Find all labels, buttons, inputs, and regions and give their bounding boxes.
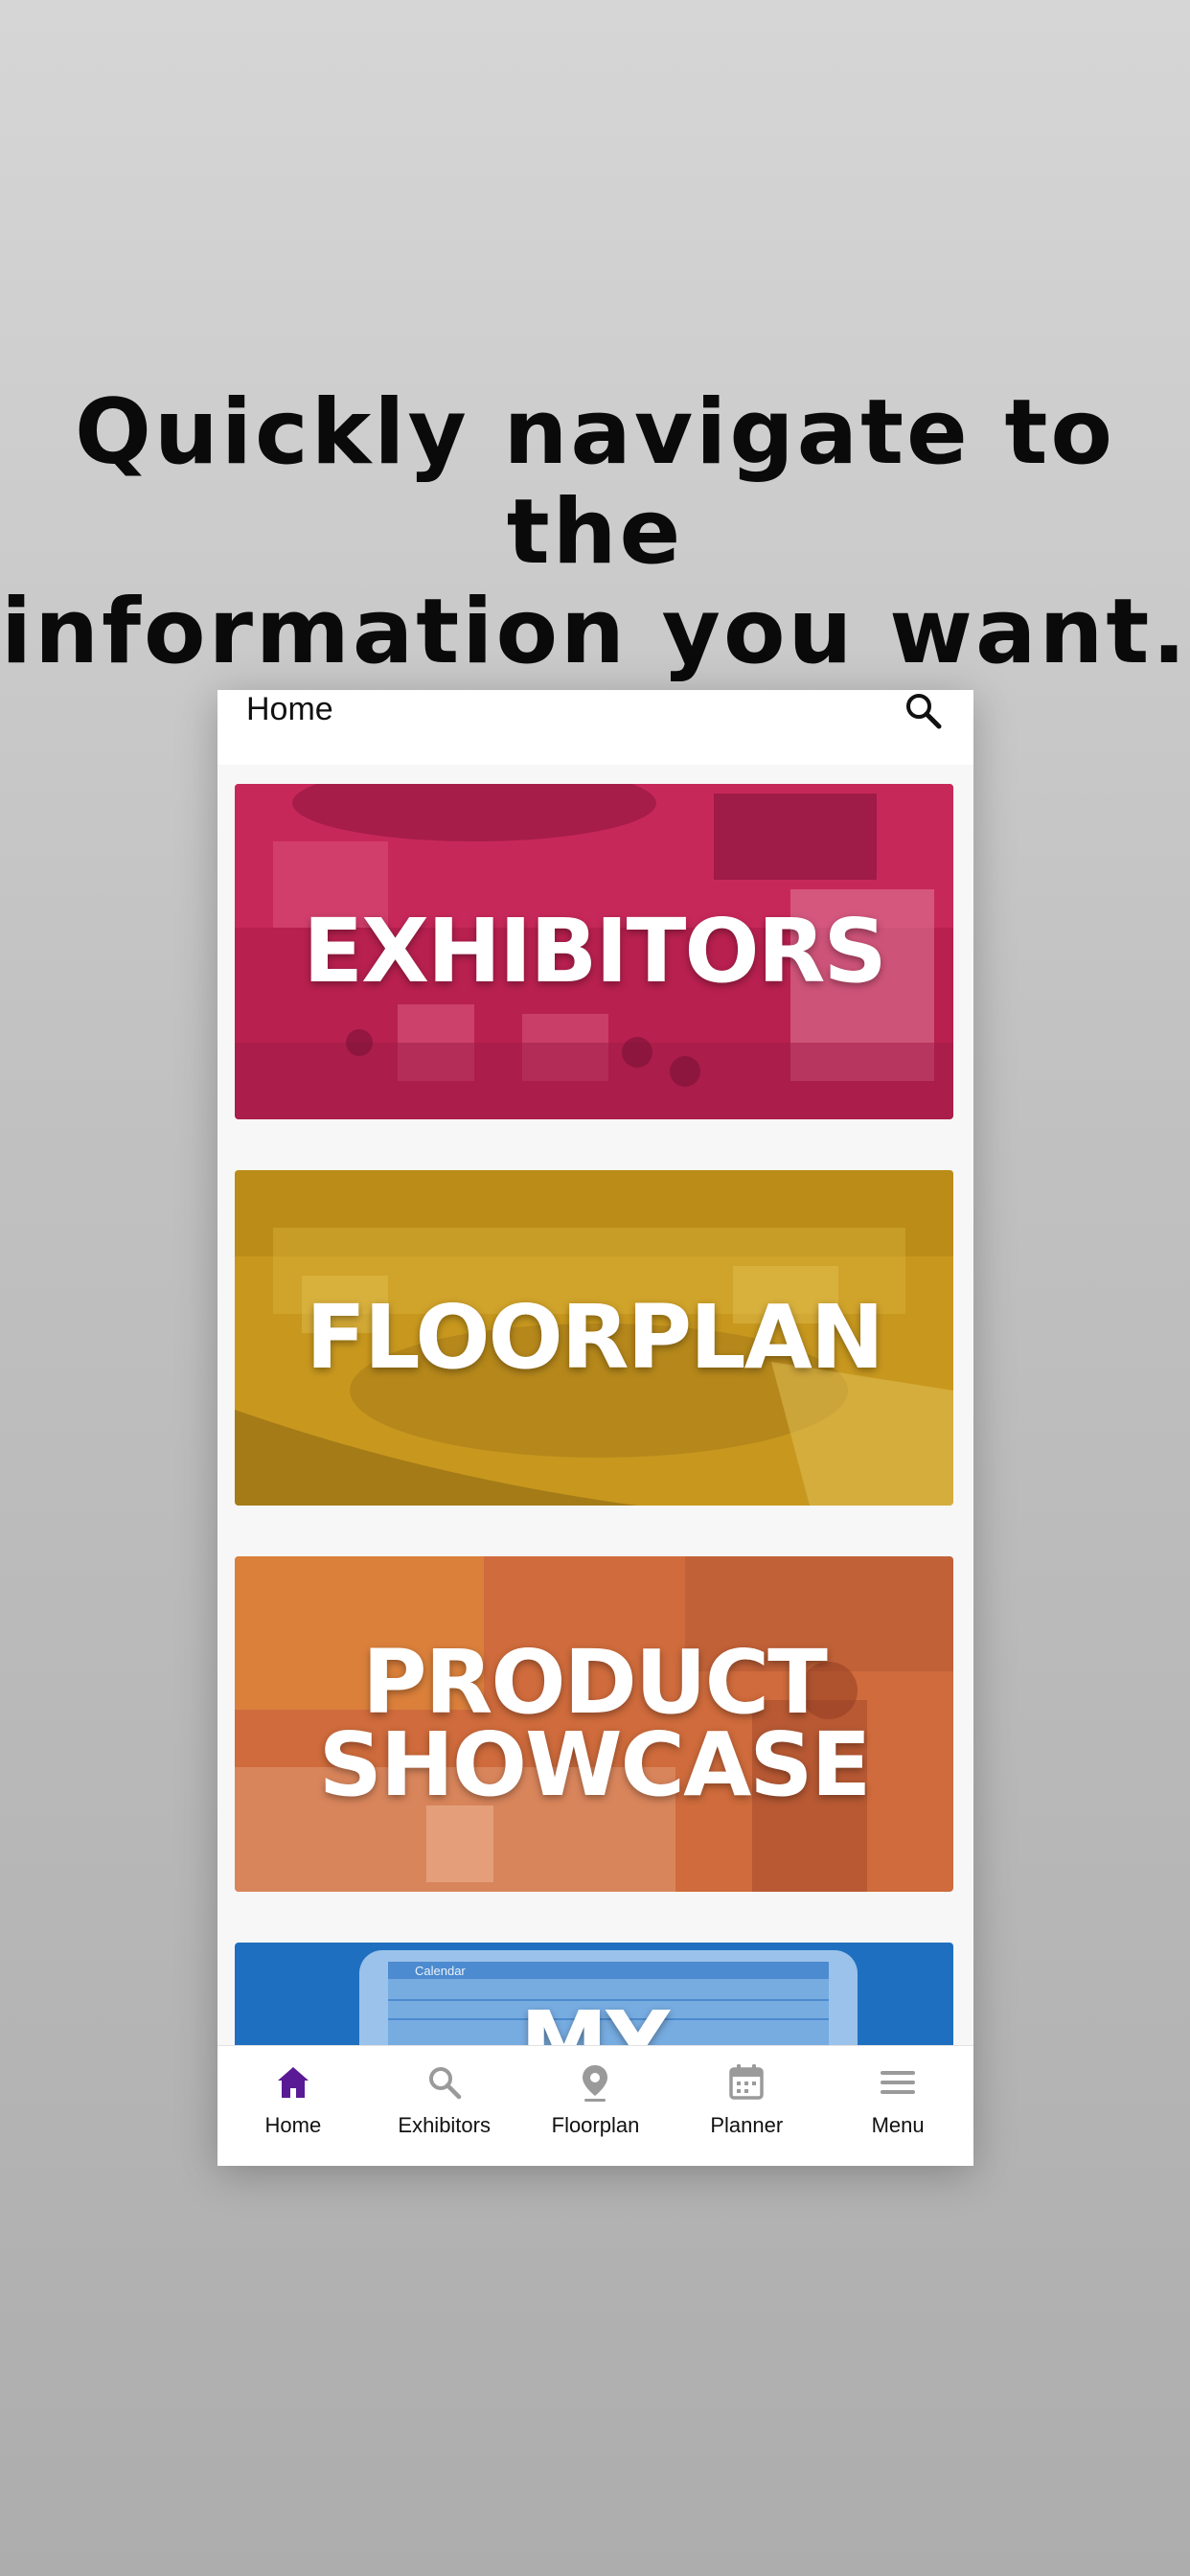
search-icon[interactable]	[903, 690, 945, 732]
product-showcase-tile-label: PRODUCT SHOWCASE	[318, 1631, 872, 1816]
exhibitors-tile-label: EXHIBITORS	[303, 900, 886, 1002]
search-icon	[428, 2067, 461, 2100]
tab-home[interactable]: Home	[217, 2046, 369, 2166]
tab-planner-label: Planner	[710, 2113, 784, 2137]
tab-floorplan-label: Floorplan	[551, 2113, 640, 2137]
headline: Quickly navigate to the information you …	[0, 383, 1190, 682]
tab-exhibitors[interactable]: Exhibitors	[369, 2046, 520, 2166]
calendar-icon	[729, 2064, 765, 2100]
tab-floorplan[interactable]: Floorplan	[520, 2046, 672, 2166]
floorplan-tile-label: FLOORPLAN	[306, 1286, 884, 1389]
exhibitors-tile[interactable]: EXHIBITORS	[235, 784, 953, 1119]
product-showcase-tile[interactable]: PRODUCT SHOWCASE	[235, 1556, 953, 1892]
headline-line-1: Quickly navigate to the	[75, 380, 1115, 585]
map-pin-icon	[583, 2065, 608, 2102]
headline-line-2: information you want.	[0, 580, 1190, 684]
tab-home-label: Home	[264, 2113, 322, 2137]
svg-text:Calendar: Calendar	[415, 1964, 466, 1978]
tab-menu-label: Menu	[871, 2113, 925, 2137]
menu-icon	[881, 2071, 916, 2094]
phone-screen: Home EXHIBITORS FLOORPLAN PRODUCT SHOWCA…	[217, 690, 973, 2166]
app-header: Home	[217, 690, 973, 765]
tab-exhibitors-label: Exhibitors	[398, 2113, 491, 2137]
tab-menu[interactable]: Menu	[822, 2046, 973, 2166]
floorplan-tile[interactable]: FLOORPLAN	[235, 1170, 953, 1506]
tab-planner[interactable]: Planner	[671, 2046, 822, 2166]
my-planner-tile[interactable]: Calendar MY	[235, 1943, 953, 2058]
home-icon	[277, 2067, 309, 2098]
bottom-tab-bar: Home Exhibitors Floorplan Planner Menu	[217, 2045, 973, 2166]
page-title: Home	[246, 691, 333, 727]
